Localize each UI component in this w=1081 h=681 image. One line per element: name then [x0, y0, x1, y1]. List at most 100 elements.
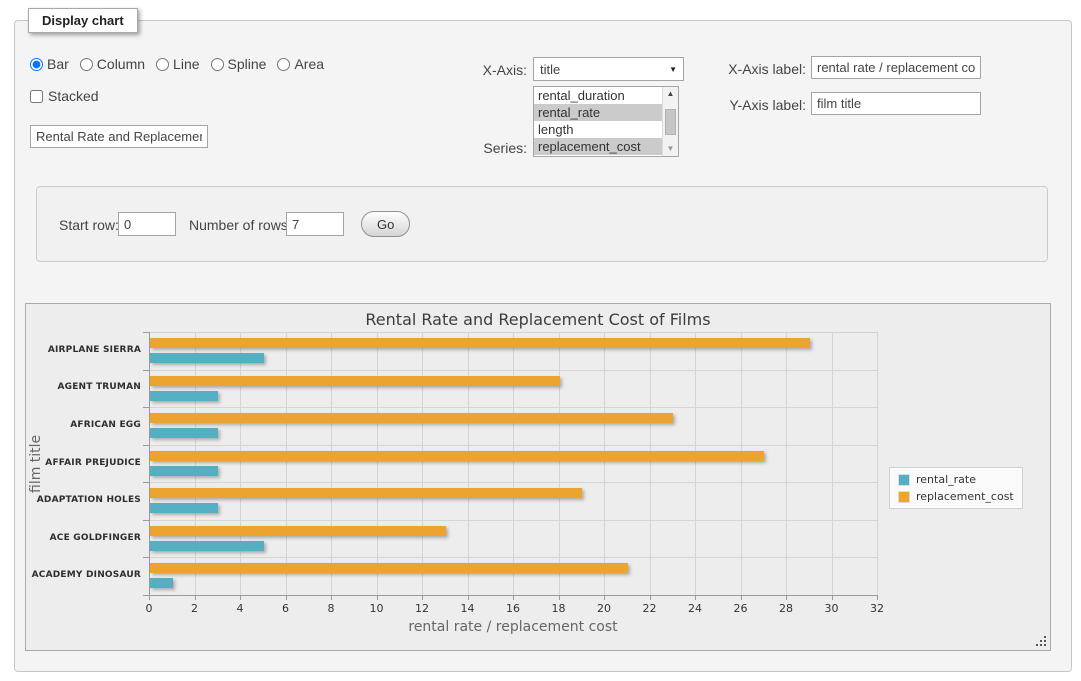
gridline-horizontal [149, 332, 877, 333]
x-tick-label: 0 [134, 602, 164, 615]
series-scrollbar[interactable]: ▲ ▼ [662, 87, 678, 156]
gridline-vertical [195, 332, 196, 595]
legend-label: rental_rate [916, 473, 976, 486]
x-axis-tick [832, 595, 833, 600]
bar-replacement_cost [150, 526, 446, 536]
chart-container: Rental Rate and Replacement Cost of Film… [25, 303, 1051, 651]
x-tick-label: 30 [817, 602, 847, 615]
chart-type-radio-spline[interactable] [211, 58, 224, 71]
x-axis-selected-value: title [540, 62, 560, 77]
x-tick-label: 20 [589, 602, 619, 615]
bar-rental_rate [150, 466, 218, 476]
x-tick-label: 26 [726, 602, 756, 615]
gridline-horizontal [149, 445, 877, 446]
series-option-replacement_cost[interactable]: replacement_cost [534, 138, 662, 155]
x-tick-label: 28 [771, 602, 801, 615]
x-tick-label: 18 [544, 602, 574, 615]
x-axis-tick [195, 595, 196, 600]
x-tick-label: 4 [225, 602, 255, 615]
resize-grip-icon[interactable] [1035, 635, 1047, 647]
gridline-vertical [650, 332, 651, 595]
y-axis-label-caption: Y-Axis label: [680, 97, 806, 113]
start-row-input[interactable] [118, 212, 176, 236]
x-tick-label: 16 [498, 602, 528, 615]
chart-x-axis-title: rental rate / replacement cost [149, 619, 877, 635]
bar-rental_rate [150, 428, 218, 438]
row-range-panel [36, 186, 1048, 262]
x-tick-label: 32 [862, 602, 892, 615]
y-axis-tick [143, 482, 149, 483]
chart-type-option-area[interactable]: Area [277, 56, 324, 72]
series-option-length[interactable]: length [534, 121, 662, 138]
x-axis-tick [695, 595, 696, 600]
gridline-vertical [877, 332, 878, 595]
x-axis-tick [741, 595, 742, 600]
x-axis-tick [377, 595, 378, 600]
bar-replacement_cost [150, 338, 810, 348]
number-of-rows-input[interactable] [286, 212, 344, 236]
chart-y-axis-title: film title [28, 332, 44, 595]
legend-label: replacement_cost [916, 490, 1014, 503]
number-of-rows-label: Number of rows: [189, 217, 292, 233]
series-list-label: Series: [430, 140, 527, 156]
go-button[interactable]: Go [361, 211, 410, 237]
x-axis-tick [149, 595, 150, 600]
x-tick-label: 22 [635, 602, 665, 615]
bar-rental_rate [150, 541, 264, 551]
y-axis-label-input[interactable] [811, 92, 981, 115]
chart-title-input[interactable] [30, 125, 208, 148]
x-tick-label: 14 [453, 602, 483, 615]
gridline-horizontal [149, 407, 877, 408]
legend-item-rental_rate[interactable]: rental_rate [898, 473, 1014, 486]
x-axis-label-caption: X-Axis label: [680, 61, 806, 77]
x-axis-tick [240, 595, 241, 600]
scrollbar-thumb[interactable] [665, 109, 676, 135]
gridline-vertical [468, 332, 469, 595]
chart-type-radio-label: Spline [228, 56, 267, 72]
app-page: Display chart BarColumnLineSplineArea St… [0, 0, 1081, 681]
chart-type-option-line[interactable]: Line [156, 56, 199, 72]
gridline-vertical [331, 332, 332, 595]
x-axis-tick [877, 595, 878, 600]
y-axis-tick [143, 557, 149, 558]
chart-type-radio-area[interactable] [277, 58, 290, 71]
x-axis-tick [604, 595, 605, 600]
gridline-vertical [422, 332, 423, 595]
chart-type-option-spline[interactable]: Spline [211, 56, 267, 72]
x-tick-label: 6 [271, 602, 301, 615]
gridline-horizontal [149, 520, 877, 521]
chart-type-radio-column[interactable] [80, 58, 93, 71]
x-axis-select[interactable]: title ▼ [533, 57, 684, 81]
start-row-label: Start row: [59, 217, 119, 233]
series-option-rental_duration[interactable]: rental_duration [534, 87, 662, 104]
stacked-option[interactable]: Stacked [30, 88, 99, 104]
x-tick-label: 2 [180, 602, 210, 615]
x-tick-label: 24 [680, 602, 710, 615]
gridline-vertical [240, 332, 241, 595]
stacked-label: Stacked [48, 88, 99, 104]
bar-replacement_cost [150, 451, 764, 461]
x-axis-label-input[interactable] [811, 56, 981, 79]
x-axis-tick [513, 595, 514, 600]
gridline-vertical [741, 332, 742, 595]
chart-type-option-column[interactable]: Column [80, 56, 145, 72]
chart-type-radio-bar[interactable] [30, 58, 43, 71]
chart-type-radio-label: Line [173, 56, 199, 72]
scroll-down-icon[interactable]: ▼ [663, 142, 678, 156]
stacked-checkbox[interactable] [30, 90, 43, 103]
series-option-rental_rate[interactable]: rental_rate [534, 104, 662, 121]
legend-item-replacement_cost[interactable]: replacement_cost [898, 490, 1014, 503]
y-axis-tick [143, 407, 149, 408]
y-axis-tick [143, 332, 149, 333]
x-axis-tick [286, 595, 287, 600]
chart-type-radio-line[interactable] [156, 58, 169, 71]
scroll-up-icon[interactable]: ▲ [663, 87, 678, 101]
x-axis-select-label: X-Axis: [430, 62, 527, 78]
chart-type-option-bar[interactable]: Bar [30, 56, 69, 72]
x-axis-tick [331, 595, 332, 600]
gridline-horizontal [149, 557, 877, 558]
series-listbox[interactable]: rental_durationrental_ratelengthreplacem… [533, 86, 679, 157]
y-axis-line [149, 332, 150, 595]
chart-legend[interactable]: rental_rate replacement_cost [889, 467, 1023, 509]
x-axis-tick [468, 595, 469, 600]
